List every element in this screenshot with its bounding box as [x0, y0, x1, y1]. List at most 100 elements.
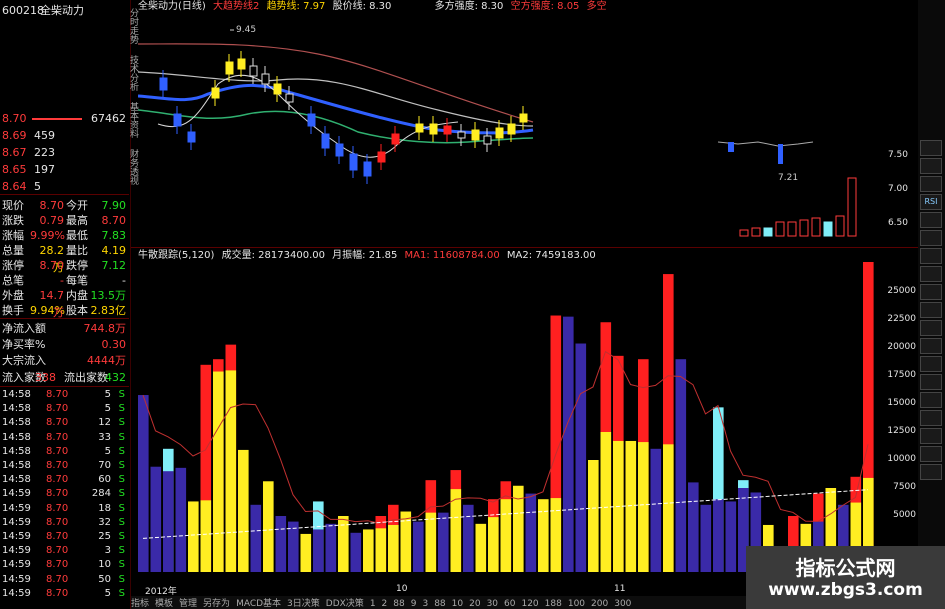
candle-body [507, 123, 516, 135]
right-tool-button[interactable] [920, 212, 942, 228]
right-tool-button[interactable] [920, 464, 942, 480]
quote-row: 外盘 14.7万 内盘 13.5万 [0, 287, 129, 319]
bear-strength: 空方强度: 8.05 [510, 1, 580, 12]
right-tool-button[interactable]: RSI [920, 194, 942, 210]
candle-body [415, 123, 424, 133]
tick-side: S [118, 445, 125, 457]
volume-axis-label: 25000 [887, 286, 916, 296]
bottom-tab[interactable]: 88 [434, 599, 445, 609]
bottom-tab[interactable]: 10 [452, 599, 463, 609]
tick-side: S [118, 474, 125, 486]
right-tool-button[interactable] [920, 410, 942, 426]
level-volume: 5 [34, 180, 41, 193]
volume-bar [388, 524, 399, 572]
volume-bar [488, 517, 499, 572]
tick-side: S [118, 516, 125, 528]
watermark-url: www.zbgs3.com [768, 580, 923, 600]
volume-axis-label: 10000 [887, 454, 916, 464]
price-chart[interactable]: 9.45 7.21 [138, 14, 918, 246]
bottom-tab[interactable]: 指标 [131, 599, 149, 609]
bottom-tab[interactable]: DDX决策 [326, 599, 364, 609]
bottom-tab[interactable]: 2 [382, 599, 388, 609]
right-tool-button[interactable] [920, 392, 942, 408]
volume-bar [650, 448, 662, 572]
watermark-title: 指标公式网 [795, 556, 896, 580]
candle-body [211, 87, 220, 99]
mini-volume-bar [763, 227, 773, 237]
tick-side: S [118, 403, 125, 415]
right-tool-button[interactable] [920, 428, 942, 444]
bottom-tab[interactable]: 1 [370, 599, 376, 609]
vertical-tab[interactable]: 财务透视 [124, 149, 138, 185]
level-volume: 459 [34, 129, 55, 142]
bottom-tab[interactable]: 60 [504, 599, 515, 609]
tick-volume: 50 [98, 573, 111, 585]
tick-time: 14:59 [2, 573, 31, 585]
bull-strength: 多方强度: 8.30 [434, 1, 504, 12]
bottom-tab[interactable]: 管理 [179, 599, 197, 609]
tick-time: 14:59 [2, 545, 31, 557]
right-tool-button[interactable] [920, 248, 942, 264]
volume-bar [213, 371, 224, 572]
bottom-tab[interactable]: 200 [591, 599, 608, 609]
tick-time: 14:59 [2, 587, 31, 599]
right-tool-button[interactable] [920, 446, 942, 462]
right-tool-button[interactable] [920, 374, 942, 390]
mini-volume-bar [775, 221, 785, 237]
vertical-tab[interactable]: 分时走势 [124, 8, 138, 44]
right-tool-button[interactable] [920, 230, 942, 246]
level-price: 8.67 [2, 146, 27, 159]
bottom-tab[interactable]: 100 [568, 599, 585, 609]
stock-title: 600218 全柴动力 [0, 2, 129, 19]
price-header: 全柴动力(日线) 大趋势线2 趋势线: 7.97 股价线: 8.30 多方强度:… [138, 1, 607, 13]
right-tool-button[interactable] [920, 176, 942, 192]
bottom-tab[interactable]: 188 [545, 599, 562, 609]
tick-price: 8.70 [46, 403, 69, 415]
right-tool-button[interactable] [920, 140, 942, 156]
quote-panel: 600218 全柴动力 8.70 67462 换手 9.94% 股本 2.83亿… [0, 0, 131, 609]
volume-bar [425, 512, 437, 572]
right-tool-button[interactable] [920, 266, 942, 282]
bottom-tab[interactable]: 88 [393, 599, 404, 609]
time-label: 11 [614, 584, 626, 594]
volume-bar [288, 521, 299, 572]
vertical-tab[interactable]: 基本资料 [124, 102, 138, 138]
right-tool-button[interactable] [920, 356, 942, 372]
bottom-tab[interactable]: 20 [469, 599, 480, 609]
volume-bar [638, 442, 649, 572]
flow-label: 净买率% [2, 338, 46, 351]
tick-row: 14:59 8.70 32 S [0, 516, 129, 530]
bottom-tab[interactable]: 30 [487, 599, 498, 609]
right-tool-button[interactable] [920, 320, 942, 336]
bottom-tab[interactable]: 300 [614, 599, 631, 609]
right-tool-button[interactable] [920, 158, 942, 174]
ma1-value: MA1: 11608784.00 [404, 250, 500, 261]
bottom-tab[interactable]: 3日决策 [287, 599, 320, 609]
trend-line-value: 趋势线: 7.97 [266, 1, 326, 12]
bottom-tab[interactable]: 9 [411, 599, 417, 609]
candle-body [391, 133, 400, 145]
tick-row: 14:58 8.70 12 S [0, 416, 129, 430]
bottom-tab[interactable]: 另存为 [203, 599, 230, 609]
tick-side: S [118, 417, 125, 429]
volume-chart[interactable] [138, 262, 918, 578]
volume-bar [600, 432, 612, 572]
volume-bar [163, 471, 174, 572]
right-tool-button[interactable] [920, 338, 942, 354]
tick-price: 8.70 [46, 488, 69, 500]
bottom-tab[interactable]: 3 [422, 599, 428, 609]
low-annotation: 7.21 [778, 173, 798, 183]
bottom-tab[interactable]: 120 [521, 599, 538, 609]
tick-volume: 5 [104, 587, 111, 599]
right-tool-button[interactable] [920, 284, 942, 300]
tick-side: S [118, 573, 125, 585]
bottom-tab[interactable]: 模板 [155, 599, 173, 609]
right-tool-button[interactable] [920, 302, 942, 318]
tick-side: S [118, 531, 125, 542]
candle-body [187, 131, 196, 143]
bottom-tab[interactable]: MACD基本 [236, 599, 281, 609]
volume-bar [575, 343, 587, 572]
vertical-tab[interactable]: 技术分析 [124, 55, 138, 91]
tick-row: 14:59 8.70 25 S [0, 530, 129, 544]
tick-row: 14:59 8.70 284 S [0, 487, 129, 501]
